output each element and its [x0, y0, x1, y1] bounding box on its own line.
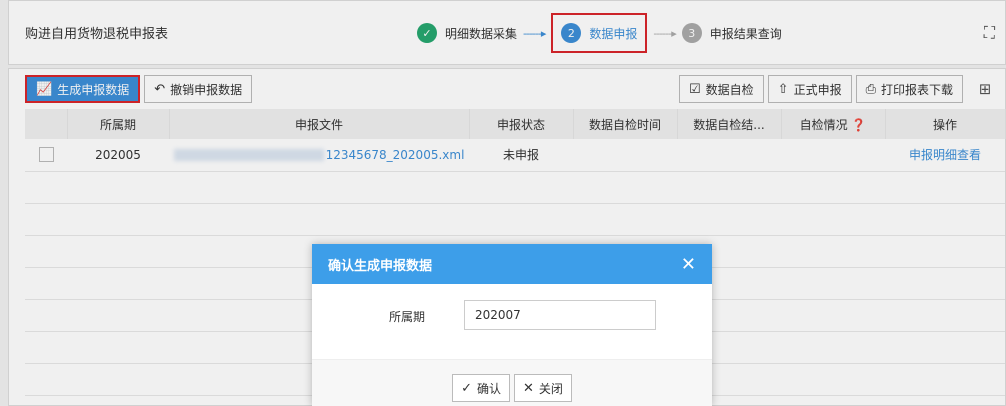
period-input[interactable]: [464, 300, 656, 330]
check-circle-icon: ✓: [461, 380, 472, 396]
period-label: 所属期: [389, 310, 426, 324]
close-icon: ✕: [523, 380, 534, 396]
dialog-footer: ✓ 确认 ✕ 关闭: [312, 360, 712, 406]
button-label: 确认: [476, 381, 501, 396]
close-icon[interactable]: ✕: [681, 254, 696, 275]
confirm-generate-dialog: 确认生成申报数据 ✕ 所属期 ✓ 确认 ✕ 关闭: [312, 244, 712, 406]
dialog-title: 确认生成申报数据: [328, 258, 433, 274]
dialog-header: 确认生成申报数据 ✕: [312, 244, 712, 284]
dialog-body: 所属期: [312, 284, 712, 360]
button-label: 关闭: [538, 381, 563, 396]
confirm-button[interactable]: ✓ 确认: [452, 374, 510, 402]
close-button[interactable]: ✕ 关闭: [514, 374, 572, 402]
